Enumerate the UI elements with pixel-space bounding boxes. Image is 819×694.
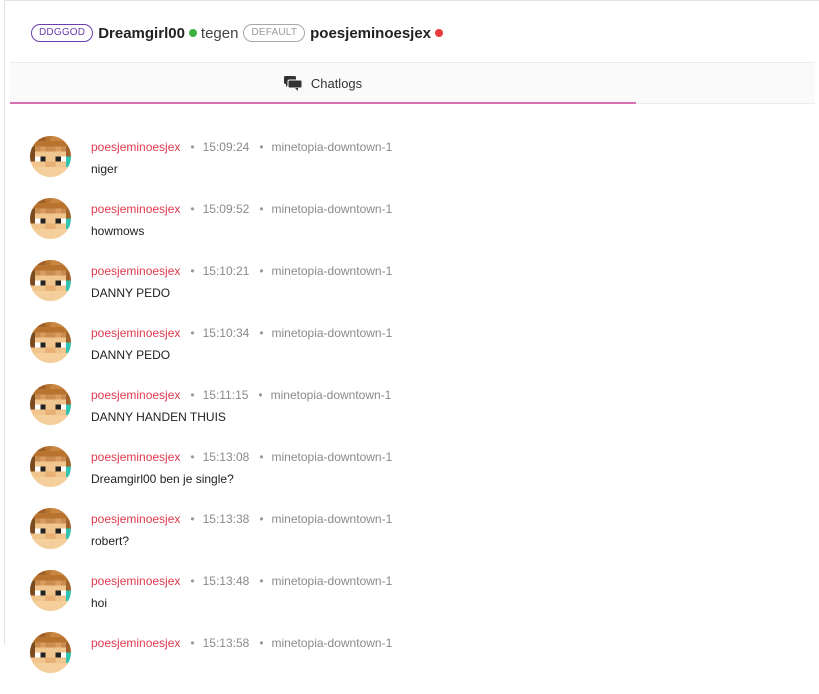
message-username[interactable]: poesjeminoesjex: [91, 326, 180, 340]
player1-name[interactable]: Dreamgirl00: [98, 25, 185, 42]
chat-message: poesjeminoesjex • 15:11:15 • minetopia-downt…: [30, 384, 630, 446]
meta-separator: •: [190, 326, 195, 340]
message-server: minetopia-downtown-1: [271, 512, 393, 526]
message-server: minetopia-downtown-1: [271, 264, 393, 278]
meta-separator: •: [259, 326, 264, 340]
meta-separator: •: [190, 140, 195, 154]
meta-separator: •: [190, 264, 195, 278]
message-time: 15:11:15: [202, 388, 249, 402]
meta-separator: •: [259, 264, 264, 278]
active-tab-indicator: [10, 102, 636, 104]
message-time: 15:13:08: [202, 450, 250, 464]
message-server: minetopia-downtown-1: [271, 202, 393, 216]
message-text: DANNY PEDO: [91, 348, 171, 362]
message-meta: poesjeminoesjex • 15:11:15 • minetopia-downt…: [91, 388, 391, 402]
versus-label: tegen: [200, 24, 239, 42]
message-text: DANNY HANDEN THUIS: [91, 410, 226, 424]
message-meta: poesjeminoesjex • 15:10:34 • minetopia-downt…: [91, 326, 392, 340]
meta-separator: •: [190, 636, 195, 650]
meta-separator: •: [190, 202, 195, 216]
avatar[interactable]: [30, 570, 71, 611]
chat-message: poesjeminoesjex • 15:13:48 • minetopia-downt…: [30, 570, 630, 632]
tab-chatlogs[interactable]: Chatlogs: [10, 63, 636, 104]
message-time: 15:13:38: [202, 512, 250, 526]
message-time: 15:10:21: [202, 264, 250, 278]
avatar[interactable]: [30, 260, 71, 301]
meta-separator: •: [259, 636, 264, 650]
message-time: 15:10:34: [202, 326, 250, 340]
chat-message: poesjeminoesjex • 15:09:24 • minetopia-downt…: [30, 136, 630, 198]
rank-badge: DDGGOD: [31, 24, 94, 42]
chat-log-list: poesjeminoesjex • 15:09:24 • minetopia-downt…: [30, 136, 630, 694]
message-meta: poesjeminoesjex • 15:09:52 • minetopia-downt…: [91, 202, 392, 216]
message-server: minetopia-downtown-1: [270, 388, 392, 402]
message-text: howmows: [91, 224, 145, 238]
avatar[interactable]: [30, 384, 71, 425]
meta-separator: •: [190, 574, 195, 588]
avatar[interactable]: [30, 136, 71, 177]
message-server: minetopia-downtown-1: [271, 140, 393, 154]
message-meta: poesjeminoesjex • 15:13:38 • minetopia-downt…: [91, 512, 392, 526]
avatar[interactable]: [30, 632, 71, 673]
tab-chatlogs-label: Chatlogs: [310, 76, 363, 91]
avatar[interactable]: [30, 446, 71, 487]
message-username[interactable]: poesjeminoesjex: [91, 264, 180, 278]
message-meta: poesjeminoesjex • 15:13:08 • minetopia-downt…: [91, 450, 392, 464]
tab-bar: Chatlogs: [10, 62, 815, 104]
message-text: Dreamgirl00 ben je single?: [91, 472, 234, 486]
message-username[interactable]: poesjeminoesjex: [91, 202, 180, 216]
meta-separator: •: [259, 574, 264, 588]
meta-separator: •: [258, 388, 263, 402]
message-username[interactable]: poesjeminoesjex: [91, 388, 180, 402]
message-time: 15:09:52: [202, 202, 250, 216]
message-meta: poesjeminoesjex • 15:13:58 • minetopia-downt…: [91, 636, 392, 650]
meta-separator: •: [259, 140, 264, 154]
player2-name[interactable]: poesjeminoesjex: [310, 25, 431, 42]
message-server: minetopia-downtown-1: [271, 636, 393, 650]
message-username[interactable]: poesjeminoesjex: [91, 636, 180, 650]
message-meta: poesjeminoesjex • 15:13:48 • minetopia-downt…: [91, 574, 392, 588]
message-text: DANNY PEDO: [91, 286, 171, 300]
match-header: DDGGOD Dreamgirl00 tegen DEFAULT poesjem…: [31, 22, 444, 44]
player2-status-dot: [435, 29, 444, 37]
message-username[interactable]: poesjeminoesjex: [91, 574, 180, 588]
avatar[interactable]: [30, 508, 71, 549]
chat-bubbles-icon: [283, 76, 303, 91]
message-meta: poesjeminoesjex • 15:09:24 • minetopia-downt…: [91, 140, 392, 154]
message-time: 15:13:58: [202, 636, 250, 650]
chat-message: poesjeminoesjex • 15:13:58 • minetopia-downt…: [30, 632, 630, 694]
meta-separator: •: [190, 450, 195, 464]
chat-message: poesjeminoesjex • 15:10:34 • minetopia-downt…: [30, 322, 630, 384]
message-username[interactable]: poesjeminoesjex: [91, 450, 180, 464]
avatar[interactable]: [30, 198, 71, 239]
default-rank-badge: DEFAULT: [243, 24, 306, 42]
chat-message: poesjeminoesjex • 15:13:08 • minetopia-downt…: [30, 446, 630, 508]
player1-status-dot: [188, 29, 197, 37]
message-text: hoi: [91, 596, 108, 610]
message-server: minetopia-downtown-1: [271, 326, 393, 340]
message-time: 15:13:48: [202, 574, 250, 588]
message-text: robert?: [91, 534, 130, 548]
message-meta: poesjeminoesjex • 15:10:21 • minetopia-downt…: [91, 264, 392, 278]
meta-separator: •: [259, 512, 264, 526]
message-text: niger: [91, 162, 118, 176]
avatar[interactable]: [30, 322, 71, 363]
message-username[interactable]: poesjeminoesjex: [91, 512, 180, 526]
meta-separator: •: [259, 450, 264, 464]
message-username[interactable]: poesjeminoesjex: [91, 140, 180, 154]
meta-separator: •: [190, 388, 195, 402]
chat-message: poesjeminoesjex • 15:10:21 • minetopia-downt…: [30, 260, 630, 322]
message-server: minetopia-downtown-1: [271, 574, 393, 588]
chat-message: poesjeminoesjex • 15:13:38 • minetopia-downt…: [30, 508, 630, 570]
meta-separator: •: [190, 512, 195, 526]
chat-message: poesjeminoesjex • 15:09:52 • minetopia-downt…: [30, 198, 630, 260]
meta-separator: •: [259, 202, 264, 216]
message-server: minetopia-downtown-1: [271, 450, 393, 464]
message-time: 15:09:24: [202, 140, 250, 154]
